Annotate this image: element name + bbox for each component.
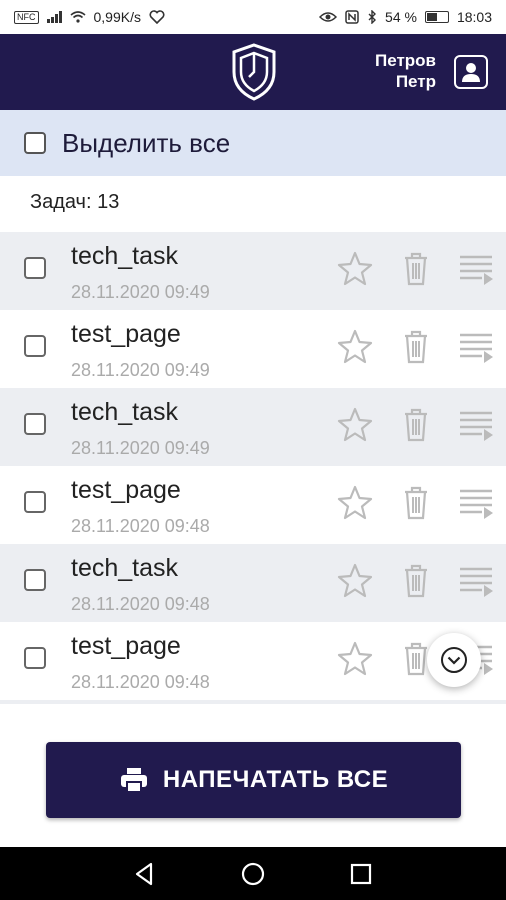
- print-all-label: НАПЕЧАТАТЬ ВСЕ: [162, 766, 389, 793]
- trash-icon[interactable]: [396, 561, 436, 601]
- task-date: 28.11.2020 09:48: [71, 516, 210, 536]
- user-name[interactable]: Петров Петр: [375, 50, 436, 92]
- scroll-down-button[interactable]: [427, 633, 481, 687]
- network-speed: 0,99K/s: [93, 9, 141, 25]
- task-checkbox[interactable]: [24, 491, 46, 513]
- task-row[interactable]: test_page 28.11.2020 09:48: [0, 466, 506, 544]
- print-queue-icon[interactable]: [456, 483, 496, 523]
- task-title: tech_task: [71, 242, 179, 270]
- star-icon[interactable]: [335, 327, 375, 367]
- system-nav-bar: [0, 847, 506, 900]
- trash-icon[interactable]: [396, 405, 436, 445]
- person-icon: [462, 63, 480, 82]
- battery-icon: [424, 11, 449, 23]
- task-title: test_page: [71, 320, 181, 348]
- task-date: 28.11.2020 09:48: [71, 672, 210, 692]
- eye-icon: [319, 12, 338, 22]
- nfc-badge: NFC: [14, 10, 39, 24]
- user-first-name: Петр: [395, 72, 436, 91]
- print-bar: НАПЕЧАТАТЬ ВСЕ: [0, 712, 506, 847]
- task-title: tech_task: [71, 398, 179, 426]
- task-count: Задач: 13: [30, 191, 120, 213]
- recents-icon[interactable]: [346, 859, 376, 889]
- heart-icon: [149, 10, 165, 24]
- task-checkbox[interactable]: [24, 257, 46, 279]
- task-title: test_page: [71, 476, 181, 504]
- star-icon[interactable]: [335, 639, 375, 679]
- clock: 18:03: [456, 9, 492, 25]
- task-checkbox[interactable]: [24, 569, 46, 591]
- task-row[interactable]: test_page 28.11.2020 09:49: [0, 310, 506, 388]
- star-icon[interactable]: [335, 249, 375, 289]
- task-list[interactable]: tech_task 28.11.2020 09:49 test_page 28.…: [0, 232, 506, 712]
- task-row[interactable]: tech_task 28.11.2020 09:48: [0, 544, 506, 622]
- star-icon[interactable]: [335, 483, 375, 523]
- print-queue-icon[interactable]: [456, 327, 496, 367]
- star-icon[interactable]: [335, 405, 375, 445]
- trash-icon[interactable]: [396, 327, 436, 367]
- print-all-button[interactable]: НАПЕЧАТАТЬ ВСЕ: [46, 742, 461, 818]
- print-queue-icon[interactable]: [456, 249, 496, 289]
- printer-icon: [120, 768, 147, 793]
- select-all-label: Выделить все: [62, 127, 231, 158]
- select-all-bar[interactable]: Выделить все: [0, 110, 506, 176]
- task-checkbox[interactable]: [24, 335, 46, 357]
- user-last-name: Петров: [375, 51, 436, 70]
- task-checkbox[interactable]: [24, 647, 46, 669]
- task-title: test_page: [71, 632, 181, 660]
- back-icon[interactable]: [130, 859, 160, 889]
- status-bar: NFC 0,99K/s 54 % 18:03: [0, 0, 506, 34]
- trash-icon[interactable]: [396, 249, 436, 289]
- task-row[interactable]: tech_task 28.11.2020 09:49: [0, 388, 506, 466]
- task-row[interactable]: tech_task 28.11.2020 09:49: [0, 232, 506, 310]
- user-profile-button[interactable]: [454, 55, 488, 89]
- trash-icon[interactable]: [396, 483, 436, 523]
- select-all-checkbox[interactable]: [24, 132, 46, 154]
- task-date: 28.11.2020 09:49: [71, 282, 210, 302]
- task-title: tech_task: [71, 554, 179, 582]
- task-date: 28.11.2020 09:49: [71, 360, 210, 380]
- print-queue-icon[interactable]: [456, 561, 496, 601]
- shield-logo-icon: [232, 43, 276, 101]
- nfc-icon: [345, 10, 359, 24]
- home-icon[interactable]: [238, 859, 268, 889]
- task-date: 28.11.2020 09:48: [71, 594, 210, 614]
- task-checkbox[interactable]: [24, 413, 46, 435]
- app-header: Петров Петр: [0, 34, 506, 110]
- battery-percent: 54 %: [385, 9, 417, 25]
- task-row-partial: [0, 700, 506, 704]
- chevron-down-circle-icon: [441, 647, 467, 673]
- bluetooth-icon: [368, 10, 377, 24]
- star-icon[interactable]: [335, 561, 375, 601]
- task-date: 28.11.2020 09:49: [71, 438, 210, 458]
- print-queue-icon[interactable]: [456, 405, 496, 445]
- wifi-icon: [69, 11, 86, 23]
- signal-icon: [46, 11, 62, 23]
